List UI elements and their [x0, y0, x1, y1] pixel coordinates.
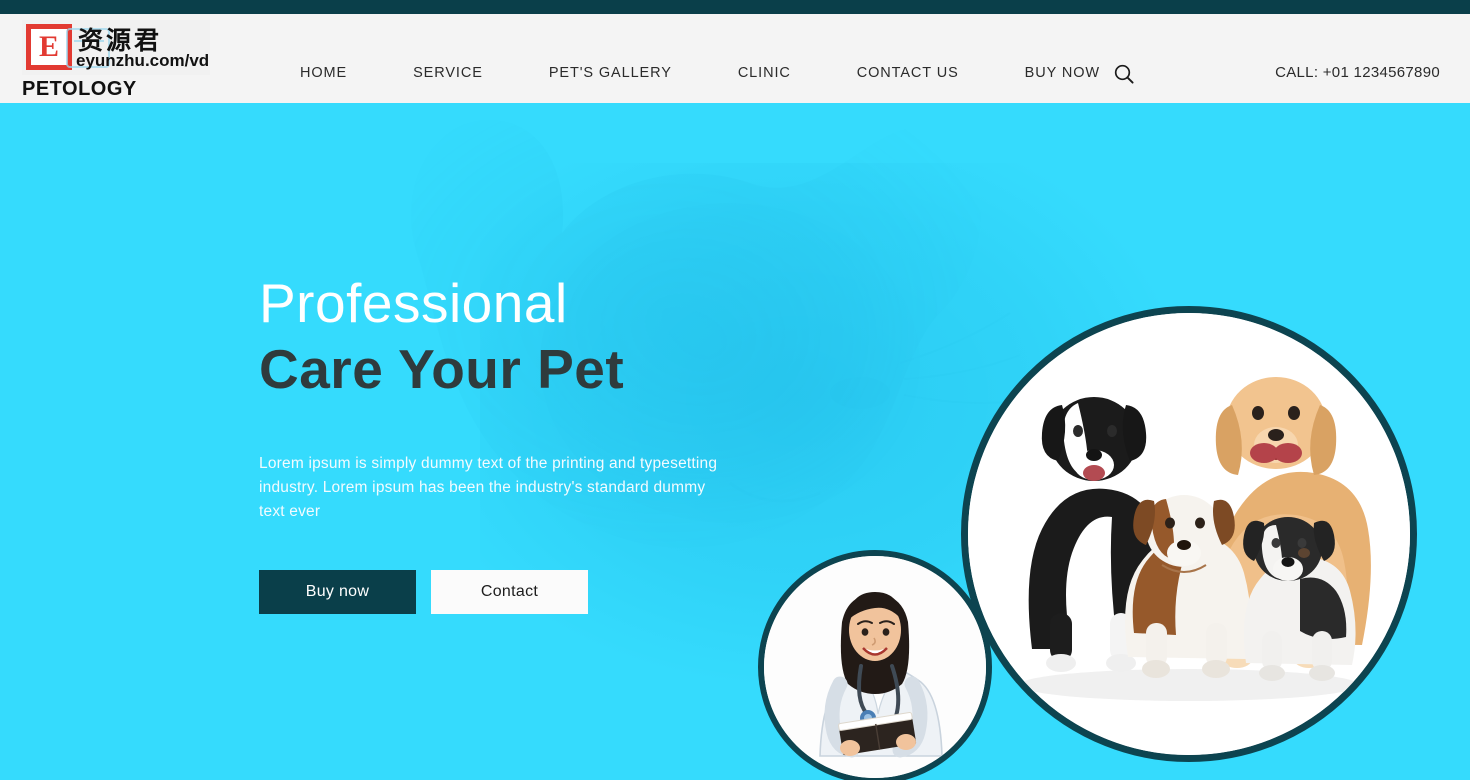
- hero-title-line-2: Care Your Pet: [259, 337, 625, 400]
- contact-button[interactable]: Contact: [431, 570, 588, 615]
- search-button[interactable]: [1110, 60, 1138, 88]
- logo-watermark: E 资源君 eyunzhu.com/vdisk: [22, 20, 210, 75]
- nav-item-pets-gallery[interactable]: PET'S GALLERY: [516, 65, 705, 81]
- hero-image-doctor-circle[interactable]: [758, 550, 992, 780]
- site-header: E 资源君 eyunzhu.com/vdisk PETOLOGY HOME SE…: [0, 14, 1470, 103]
- buy-now-button[interactable]: Buy now: [259, 570, 416, 615]
- hero-copy: Professional Care Your Pet Lorem ipsum i…: [259, 272, 819, 615]
- hero-title-line-1: Professional: [259, 272, 568, 334]
- nav-item-clinic[interactable]: CLINIC: [705, 65, 824, 81]
- hero-button-group: Buy now Contact: [259, 570, 819, 615]
- female-veterinarian-illustration: [764, 556, 986, 778]
- search-icon: [1114, 64, 1134, 84]
- page-root: E 资源君 eyunzhu.com/vdisk PETOLOGY HOME SE…: [0, 0, 1470, 780]
- jack-russell-brown: [1125, 495, 1251, 678]
- nav-item-contact-us[interactable]: CONTACT US: [824, 65, 992, 81]
- nav-item-service[interactable]: SERVICE: [380, 65, 516, 81]
- hero-paragraph: Lorem ipsum is simply dummy text of the …: [259, 455, 718, 521]
- top-bar: [0, 0, 1470, 14]
- four-dogs-photo: [968, 313, 1410, 755]
- nav-item-home[interactable]: HOME: [300, 65, 380, 81]
- hero-section: Professional Care Your Pet Lorem ipsum i…: [0, 103, 1470, 780]
- hero-image-dogs-circle[interactable]: [961, 306, 1417, 762]
- logo-url-text: eyunzhu.com/vdisk: [76, 51, 210, 70]
- call-phone-text[interactable]: CALL: +01 1234567890: [1275, 64, 1440, 81]
- logo[interactable]: E 资源君 eyunzhu.com/vdisk PETOLOGY: [22, 20, 212, 100]
- logo-e-letter: E: [31, 29, 67, 65]
- brand-name: PETOLOGY: [22, 78, 137, 100]
